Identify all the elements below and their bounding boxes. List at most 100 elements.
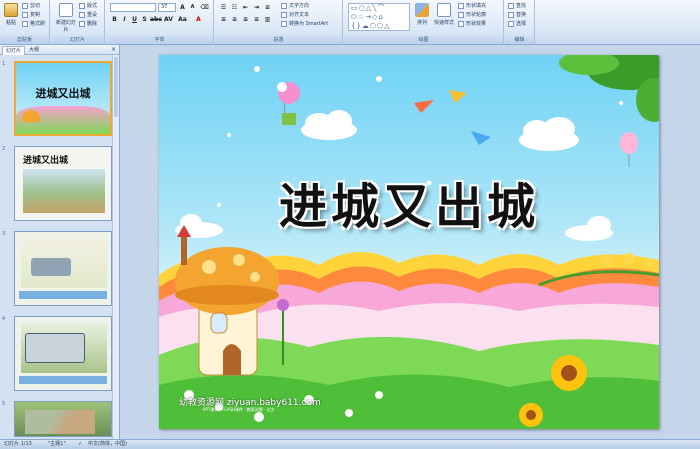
- paint-bucket-icon: [458, 2, 464, 9]
- strikethrough-icon[interactable]: abc: [150, 15, 162, 24]
- paste-button[interactable]: 粘贴: [2, 3, 20, 26]
- editing-group-label: 编辑: [505, 36, 534, 44]
- italic-icon[interactable]: I: [120, 15, 129, 24]
- grow-font-icon[interactable]: A: [178, 3, 187, 12]
- justify-icon[interactable]: ≡: [252, 15, 261, 24]
- slides-group-label: 幻灯片: [51, 36, 104, 44]
- shape-fill-button[interactable]: 形状填充: [458, 2, 486, 10]
- tab-outline[interactable]: 大纲: [26, 46, 42, 55]
- slide-canvas[interactable]: 进城又出城 幼教资源网 ziyuan.baby611.com PPT课件 · F…: [159, 55, 659, 429]
- paragraph-group-label: 段落: [215, 36, 342, 44]
- increase-indent-icon[interactable]: ⇥: [252, 3, 261, 12]
- sunflower: [519, 403, 543, 427]
- clipboard-group: 粘贴 剪切 复制 格式刷 剪贴板: [0, 0, 50, 45]
- align-left-icon[interactable]: ≡: [219, 15, 228, 24]
- slide-thumbnail-2[interactable]: 进城又出城: [14, 146, 112, 221]
- text-direction-icon: [281, 2, 287, 9]
- thumb-city-image: [23, 169, 105, 213]
- shape-outline-button[interactable]: 形状轮廓: [458, 11, 486, 19]
- slide-thumbnail-1[interactable]: 进城又出城: [14, 61, 112, 136]
- shape-effects-button[interactable]: 形状效果: [458, 20, 486, 28]
- shrink-font-icon[interactable]: A: [188, 3, 197, 12]
- delete-slide-button[interactable]: 删除: [79, 20, 97, 28]
- thumb-bus: [31, 258, 71, 276]
- status-bar: 幻灯片 1/13 "主题1" ✓ 中文(简体，中国): [0, 439, 700, 449]
- thumb-number: 1: [2, 61, 6, 67]
- underline-icon[interactable]: U: [130, 15, 139, 24]
- decrease-indent-icon[interactable]: ⇤: [241, 3, 250, 12]
- shapes-gallery[interactable]: ▭○△╲⌒ ⬭☆→◇⌂ {}☁⬡⬠△: [348, 3, 410, 31]
- smartart-button[interactable]: 转换为 SmartArt: [281, 20, 328, 28]
- lantern-balloon: [620, 132, 638, 167]
- thumb-number: 4: [2, 316, 6, 322]
- brush-icon: [22, 20, 28, 27]
- thumb-number: 2: [2, 146, 6, 152]
- find-button[interactable]: 查找: [508, 2, 526, 10]
- delete-icon: [79, 20, 85, 27]
- shadow-icon[interactable]: S: [140, 15, 149, 24]
- bullets-icon[interactable]: ☰: [219, 3, 228, 12]
- hot-air-balloon: [277, 82, 300, 125]
- tab-slides[interactable]: 幻灯片: [2, 46, 26, 55]
- font-color-icon[interactable]: A: [194, 15, 203, 24]
- thumb-title: 进城又出城: [35, 87, 91, 100]
- layout-button[interactable]: 版式: [79, 2, 97, 10]
- copy-button[interactable]: 复制: [22, 11, 40, 19]
- panel-tabs: 幻灯片 大纲 ×: [0, 45, 119, 55]
- font-group-label: 字体: [106, 36, 213, 44]
- thumb-mushroom: [22, 110, 40, 122]
- binoculars-icon: [508, 2, 514, 9]
- slide-counter: 幻灯片 1/13: [4, 441, 32, 447]
- quick-styles-button[interactable]: 快速样式: [434, 3, 454, 26]
- slide-thumbnail-3[interactable]: [14, 231, 112, 306]
- thumb-number: 5: [2, 401, 6, 407]
- scissors-icon: [22, 2, 28, 9]
- align-center-icon[interactable]: ≡: [230, 15, 239, 24]
- panel-scrollbar[interactable]: [112, 55, 119, 439]
- font-group: 37 A A ⌫ B I U S abc AV Aa A 字体: [106, 0, 214, 45]
- select-button[interactable]: 选择: [508, 20, 526, 28]
- thumb-bus: [25, 333, 85, 363]
- align-right-icon[interactable]: ≡: [241, 15, 250, 24]
- ribbon: 粘贴 剪切 复制 格式刷 剪贴板 新建幻灯片 版式 重设 删除 幻灯片 37 A…: [0, 0, 700, 45]
- spellcheck-icon[interactable]: ✓: [78, 440, 82, 449]
- font-name-combo[interactable]: [110, 3, 156, 12]
- arrange-button[interactable]: 排列: [414, 3, 430, 26]
- clear-format-icon[interactable]: ⌫: [200, 3, 209, 12]
- arrange-icon: [415, 3, 429, 17]
- align-text-icon: [281, 11, 287, 18]
- text-direction-button[interactable]: 文字方向: [281, 2, 309, 10]
- bold-icon[interactable]: B: [110, 15, 119, 24]
- font-size-combo[interactable]: 37: [158, 3, 176, 12]
- change-case-icon[interactable]: Aa: [178, 15, 187, 24]
- slide-title[interactable]: 进城又出城: [159, 167, 659, 237]
- language-indicator[interactable]: 中文(简体，中国): [88, 440, 127, 449]
- slide-sub-watermark: PPT课件 · FLASH课件 · 教案试题 · 论文: [203, 407, 275, 412]
- columns-icon[interactable]: ▥: [263, 15, 272, 24]
- cut-button[interactable]: 剪切: [22, 2, 40, 10]
- slides-group: 新建幻灯片 版式 重设 删除 幻灯片: [51, 0, 105, 45]
- line-spacing-icon[interactable]: ≡: [263, 3, 272, 12]
- close-icon[interactable]: ×: [111, 46, 116, 53]
- slides-panel: 幻灯片 大纲 × 1 进城又出城 2 进城又出城 3 4 5: [0, 45, 120, 439]
- align-text-button[interactable]: 对齐文本: [281, 11, 309, 19]
- char-spacing-icon[interactable]: AV: [164, 15, 173, 24]
- scrollbar-thumb[interactable]: [114, 57, 118, 117]
- thumb-number: 3: [2, 231, 6, 237]
- drawing-group-label: 绘图: [344, 36, 503, 44]
- cursor-icon: [508, 20, 514, 27]
- pen-icon: [458, 11, 464, 18]
- format-painter-button[interactable]: 格式刷: [22, 20, 45, 28]
- slide-thumbnail-4[interactable]: [14, 316, 112, 391]
- replace-button[interactable]: 替换: [508, 11, 526, 19]
- reset-icon: [79, 11, 85, 18]
- cloud-shape: [301, 110, 357, 140]
- theme-name: "主题1": [48, 441, 66, 447]
- sunflower: [551, 355, 587, 391]
- numbering-icon[interactable]: ☷: [230, 3, 239, 12]
- editing-group: 查找 替换 选择 编辑: [505, 0, 535, 45]
- slide-thumbnail-5[interactable]: [14, 401, 112, 437]
- reset-button[interactable]: 重设: [79, 11, 97, 19]
- new-slide-button[interactable]: 新建幻灯片: [55, 3, 77, 33]
- effects-icon: [458, 20, 464, 27]
